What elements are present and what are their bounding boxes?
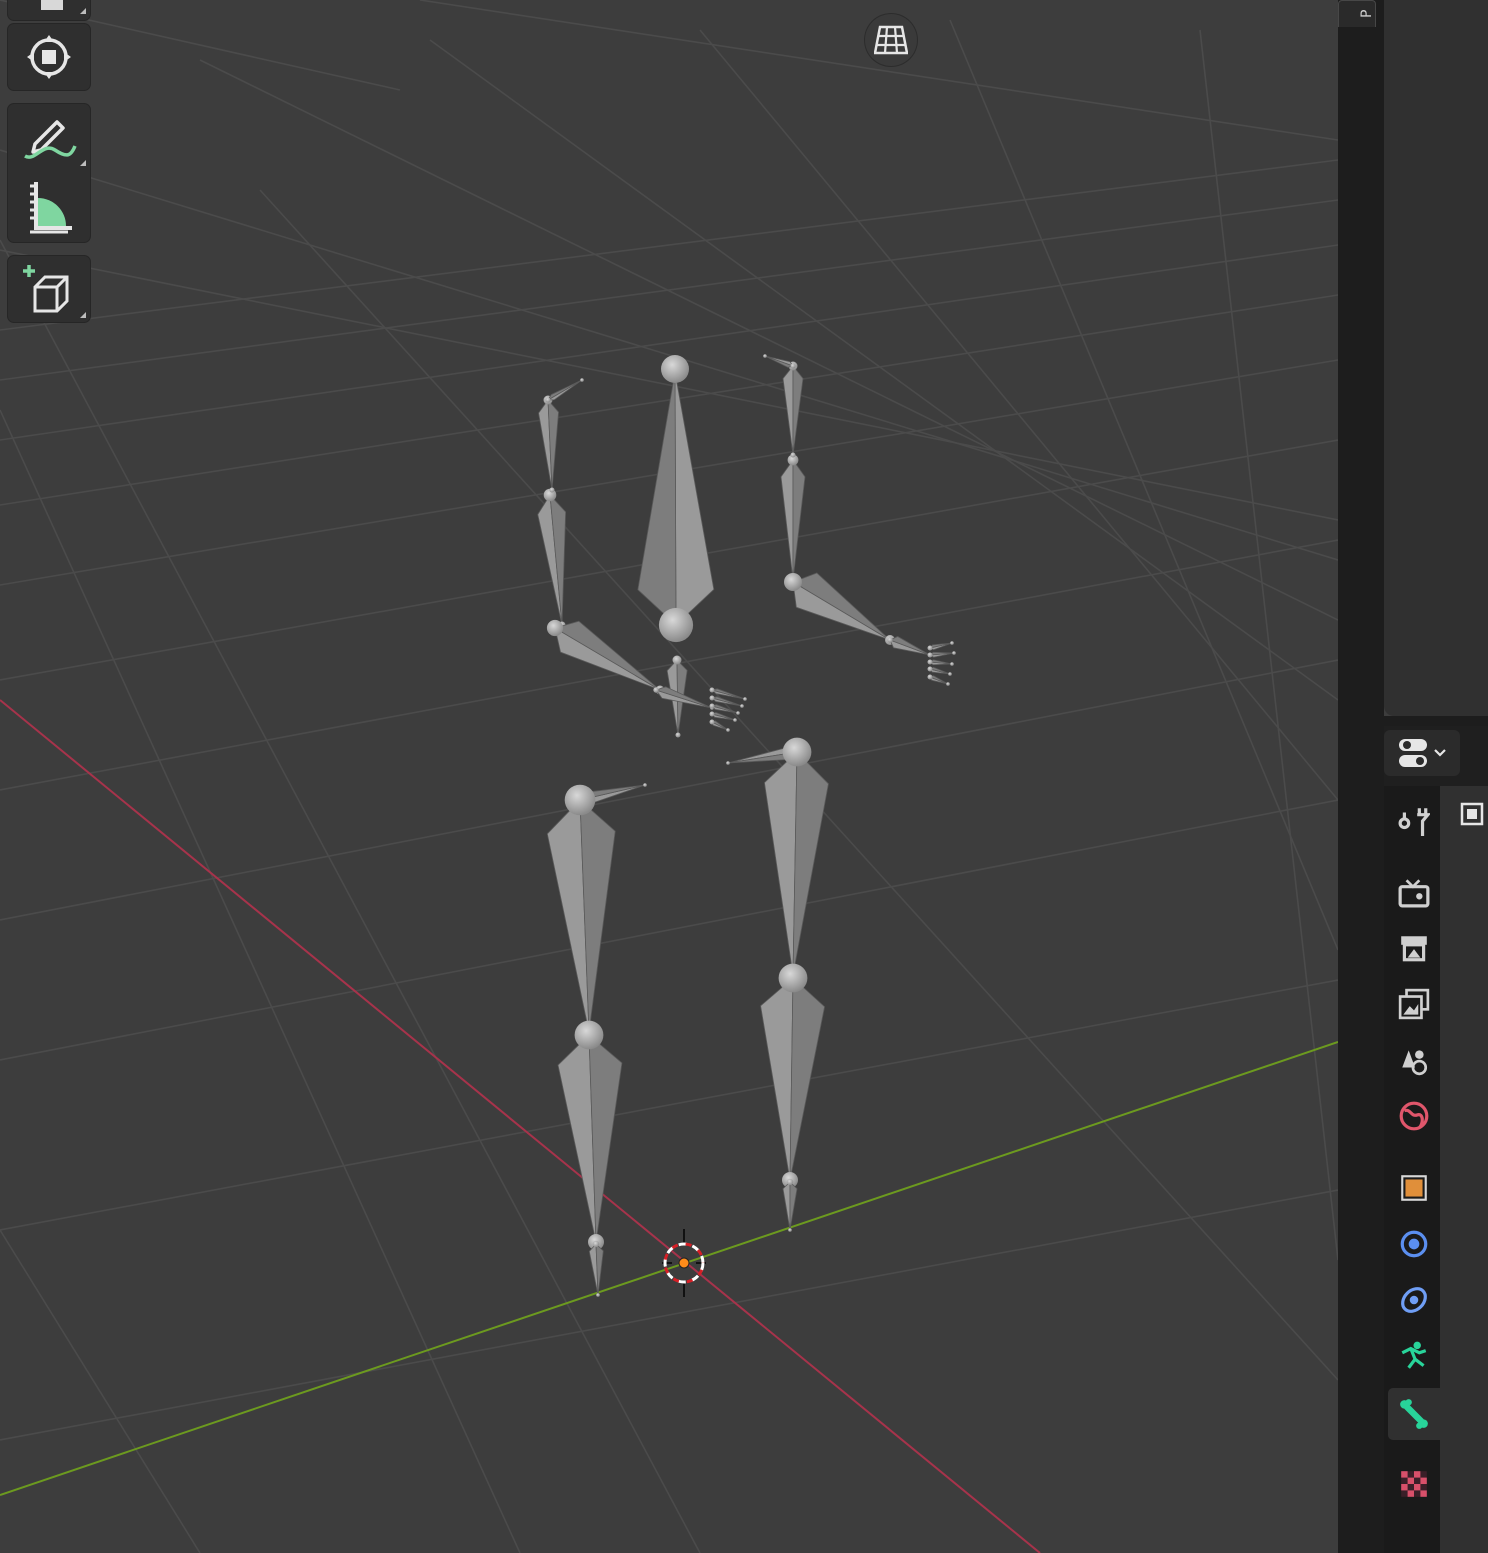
properties-tab-world[interactable]: [1388, 1090, 1440, 1142]
output-printer-icon: [1401, 936, 1427, 962]
render-camera-icon: [1398, 879, 1430, 908]
viewport-scene[interactable]: [0, 0, 1338, 1553]
toolbar-group-transform: [8, 24, 90, 90]
add-cube-icon: [23, 265, 69, 313]
properties-tab-tool[interactable]: [1388, 794, 1440, 846]
measure-tool[interactable]: [8, 174, 90, 240]
view-layer-icon: [1398, 988, 1430, 1020]
properties-toggle-icon: [1399, 739, 1446, 767]
toolbar-group-add: [8, 256, 90, 322]
sidebar-tab-label: P: [1359, 9, 1375, 19]
select-tool[interactable]: [8, 0, 90, 20]
area-divider[interactable]: [1384, 716, 1488, 726]
texture-checker-icon: [1401, 1471, 1427, 1497]
properties-tab-scene[interactable]: [1388, 1034, 1440, 1086]
object-constraint-icon: [1401, 1287, 1427, 1313]
physics-icon: [1400, 1230, 1428, 1258]
object-icon: [1401, 1175, 1427, 1201]
object-box-icon: [1460, 802, 1484, 826]
toggle-perspective-button[interactable]: [865, 14, 917, 66]
perspective-grid-icon: [874, 25, 908, 55]
annotate-pencil-icon: [24, 120, 77, 159]
sidebar-tab[interactable]: P: [1338, 0, 1376, 27]
transform-tool[interactable]: [8, 24, 90, 90]
outliner-region: [1384, 0, 1488, 716]
toolbar-group-annotate: [8, 104, 90, 242]
properties-tab-modifiers[interactable]: [1388, 1218, 1440, 1270]
properties-tab-bone[interactable]: [1388, 1388, 1440, 1440]
annotate-tool[interactable]: [8, 104, 90, 170]
origin-dot: [678, 1257, 690, 1269]
scene-icon: [1402, 1050, 1428, 1076]
editor-type-dropdown[interactable]: [1384, 730, 1460, 776]
toolbar-group-select: [8, 0, 90, 20]
world-icon: [1399, 1101, 1429, 1131]
measure-ruler-icon: [30, 182, 72, 234]
tool-wrench-icon: [1398, 808, 1430, 836]
properties-tab-output[interactable]: [1388, 922, 1440, 974]
pin-object-toggle[interactable]: [1456, 796, 1488, 832]
add-cube-tool[interactable]: [8, 256, 90, 322]
armature-data-icon: [1401, 1341, 1427, 1369]
select-box-icon: [41, 0, 63, 10]
properties-content: [1440, 786, 1488, 1553]
properties-tab-texture[interactable]: [1388, 1458, 1440, 1510]
3d-viewport[interactable]: [0, 0, 1338, 1553]
properties-tab-constraints[interactable]: [1388, 1274, 1440, 1326]
properties-tab-render[interactable]: [1388, 866, 1440, 918]
properties-tab-view-layer[interactable]: [1388, 978, 1440, 1030]
bone-icon: [1400, 1399, 1428, 1429]
bone-head-joint[interactable]: [661, 355, 689, 383]
viewport-sidebar-region: [1338, 0, 1384, 1553]
viewport-background: [0, 0, 1338, 1553]
transform-icon: [27, 35, 71, 79]
properties-tab-armature-data[interactable]: [1388, 1330, 1440, 1382]
properties-tab-object[interactable]: [1388, 1162, 1440, 1214]
